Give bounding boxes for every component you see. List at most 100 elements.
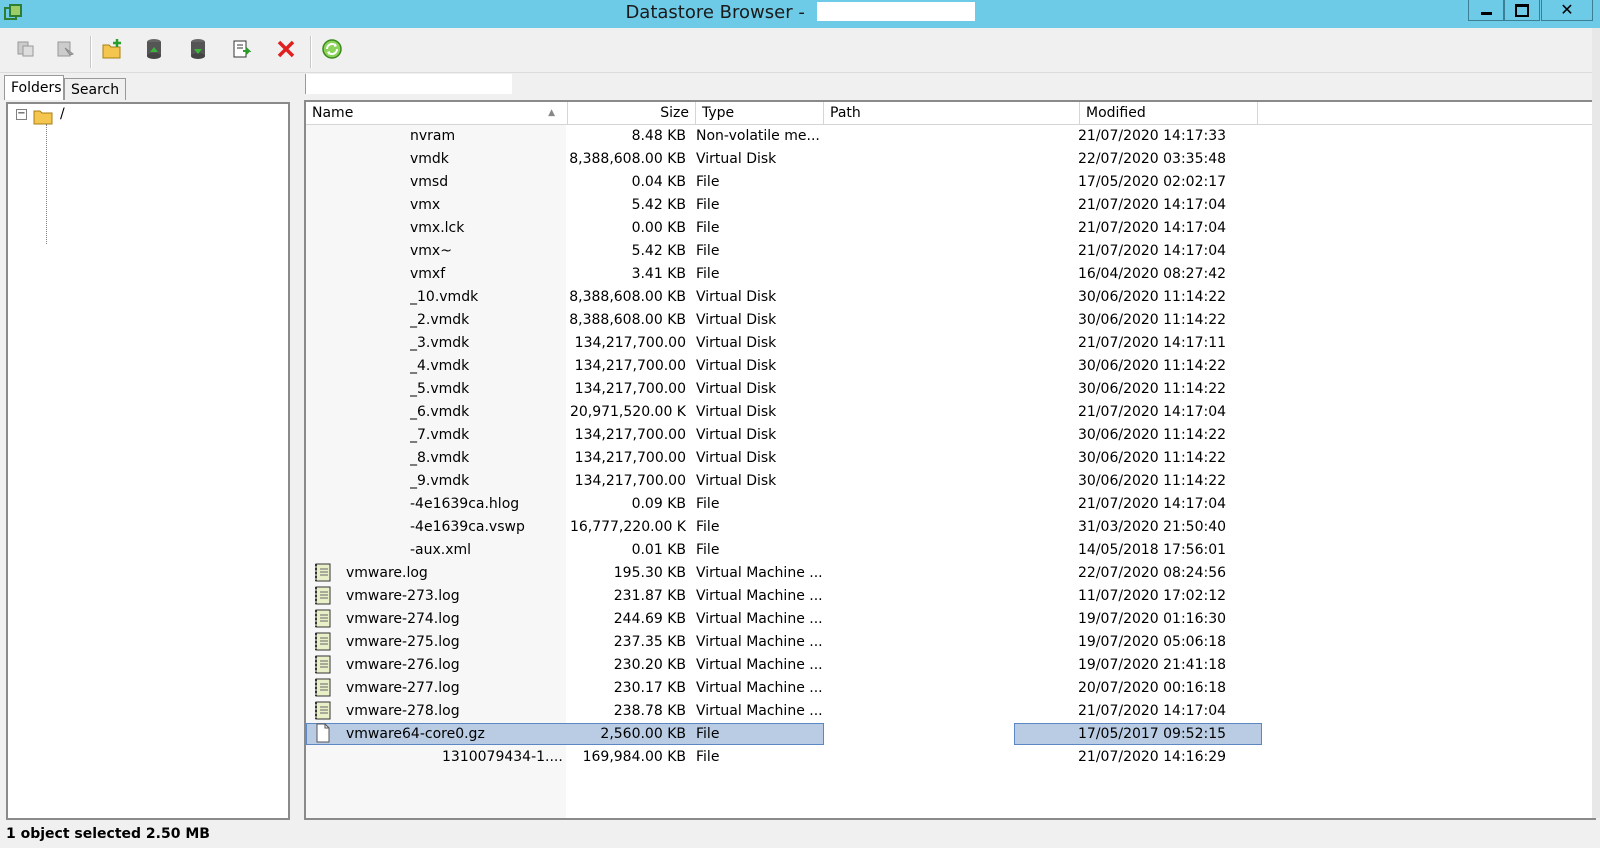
file-size: 238.78 KB — [613, 703, 686, 719]
file-name: vmware-276.log — [346, 657, 460, 673]
file-row[interactable]: vmx.lck 0.00 KB File 21/07/2020 14:17:04 — [306, 217, 1594, 240]
new-folder-button[interactable] — [98, 37, 126, 65]
file-row[interactable]: 1310079434-1.... 169,984.00 KB File 21/07/2… — [306, 746, 1594, 769]
file-type: File — [696, 243, 720, 259]
file-row[interactable]: _6.vmdk 20,971,520.00 K Virtual Disk 21/07/… — [306, 401, 1594, 424]
file-row[interactable]: vmsd 0.04 KB File 17/05/2020 02:02:17 — [306, 171, 1594, 194]
upload-button[interactable] — [140, 37, 168, 65]
collapse-icon[interactable]: − — [16, 109, 27, 120]
file-row[interactable]: -4e1639ca.vswp 16,777,220.00 K File 31/03/2… — [306, 516, 1594, 539]
upload-icon — [143, 37, 165, 65]
file-size: 8.48 KB — [631, 128, 686, 144]
paste-button[interactable] — [52, 37, 80, 65]
file-row[interactable]: _7.vmdk 134,217,700.00 Virtual Disk 30/06/2… — [306, 424, 1594, 447]
column-header-path[interactable]: Path — [824, 102, 1080, 124]
file-size: 169,984.00 KB — [582, 749, 686, 765]
file-row[interactable]: _4.vmdk 134,217,700.00 Virtual Disk 30/06/2… — [306, 355, 1594, 378]
refresh-icon — [320, 37, 344, 65]
file-row[interactable]: vmware64-core0.gz 2,560.00 KB File 17/05/20… — [306, 723, 1594, 746]
file-modified: 30/06/2020 11:14:22 — [1078, 450, 1227, 466]
file-modified: 21/07/2020 14:17:04 — [1078, 496, 1227, 512]
file-type: Virtual Disk — [696, 358, 777, 374]
column-header-name[interactable]: Name ▲ — [306, 102, 568, 124]
column-header-modified[interactable]: Modified — [1080, 102, 1258, 124]
file-name: _2.vmdk — [410, 312, 470, 328]
new-folder-icon — [100, 37, 124, 65]
file-type: Virtual Disk — [696, 335, 777, 351]
file-row[interactable]: vmdk 8,388,608.00 KB Virtual Disk 22/07/202… — [306, 148, 1594, 171]
file-size: 5.42 KB — [631, 243, 686, 259]
file-modified: 11/07/2020 17:02:12 — [1078, 588, 1227, 604]
file-type: Virtual Machine ... — [696, 588, 823, 604]
download-icon — [187, 37, 209, 65]
copy-button[interactable] — [12, 37, 40, 65]
tab-folders[interactable]: Folders — [4, 75, 64, 100]
file-type: Virtual Machine ... — [696, 657, 823, 673]
minimize-icon — [1480, 11, 1492, 15]
file-type: File — [696, 749, 720, 765]
file-name: vmware-273.log — [346, 588, 460, 604]
file-size: 8,388,608.00 KB — [569, 151, 686, 167]
file-name: _8.vmdk — [410, 450, 470, 466]
list-header: Name ▲ Size Type Path Modified — [306, 102, 1594, 125]
file-modified: 30/06/2020 11:14:22 — [1078, 427, 1227, 443]
file-size: 3.41 KB — [631, 266, 686, 282]
file-row[interactable]: vmware-276.log 230.20 KB Virtual Machine .… — [306, 654, 1594, 677]
file-row[interactable]: -aux.xml 0.01 KB File 14/05/2018 17:56:01 — [306, 539, 1594, 562]
file-row[interactable]: _8.vmdk 134,217,700.00 Virtual Disk 30/06/2… — [306, 447, 1594, 470]
file-row[interactable]: vmx~ 5.42 KB File 21/07/2020 14:17:04 — [306, 240, 1594, 263]
file-name: vmsd — [410, 174, 449, 190]
delete-icon — [275, 38, 297, 64]
file-name: vmx — [410, 197, 441, 213]
file-type: File — [696, 220, 720, 236]
file-row[interactable]: nvram 8.48 KB Non-volatile me... 21/07/2020… — [306, 125, 1594, 148]
file-size: 134,217,700.00 — [574, 450, 686, 466]
file-row[interactable]: vmware-277.log 230.17 KB Virtual Machine .… — [306, 677, 1594, 700]
file-row[interactable]: _9.vmdk 134,217,700.00 Virtual Disk 30/06/2… — [306, 470, 1594, 493]
file-type: Virtual Disk — [696, 381, 777, 397]
file-row[interactable]: vmxf 3.41 KB File 16/04/2020 08:27:42 — [306, 263, 1594, 286]
file-row[interactable]: _10.vmdk 8,388,608.00 KB Virtual Disk 30/06… — [306, 286, 1594, 309]
column-header-type[interactable]: Type — [696, 102, 824, 124]
file-modified: 21/07/2020 14:17:33 — [1078, 128, 1227, 144]
file-size: 134,217,700.00 — [574, 358, 686, 374]
minimize-button[interactable] — [1468, 0, 1504, 21]
register-vm-button[interactable] — [228, 37, 256, 65]
file-size: 0.01 KB — [631, 542, 686, 558]
file-type: File — [696, 266, 720, 282]
file-size: 16,777,220.00 K — [569, 519, 686, 535]
maximize-button[interactable] — [1504, 0, 1540, 21]
file-row[interactable]: _2.vmdk 8,388,608.00 KB Virtual Disk 30/06/… — [306, 309, 1594, 332]
file-name: vmware-274.log — [346, 611, 460, 627]
file-name: -4e1639ca.hlog — [410, 496, 520, 512]
file-type: Virtual Machine ... — [696, 634, 823, 650]
file-row[interactable]: vmware.log 195.30 KB Virtual Machine ... 22… — [306, 562, 1594, 585]
file-name: _9.vmdk — [410, 473, 470, 489]
file-size: 134,217,700.00 — [574, 381, 686, 397]
file-modified: 19/07/2020 05:06:18 — [1078, 634, 1227, 650]
folder-tree: − / — [6, 102, 290, 820]
file-row[interactable]: vmware-273.log 231.87 KB Virtual Machine .… — [306, 585, 1594, 608]
download-button[interactable] — [184, 37, 212, 65]
file-row[interactable]: _3.vmdk 134,217,700.00 Virtual Disk 21/07/2… — [306, 332, 1594, 355]
refresh-button[interactable] — [318, 37, 346, 65]
file-type: File — [696, 726, 720, 742]
file-row[interactable]: vmware-278.log 238.78 KB Virtual Machine .… — [306, 700, 1594, 723]
file-name: _4.vmdk — [410, 358, 470, 374]
file-name: vmware64-core0.gz — [346, 726, 485, 742]
file-row[interactable]: _5.vmdk 134,217,700.00 Virtual Disk 30/06/2… — [306, 378, 1594, 401]
tab-search[interactable]: Search — [64, 78, 126, 100]
file-row[interactable]: -4e1639ca.hlog 0.09 KB File 21/07/2020 14:1… — [306, 493, 1594, 516]
delete-button[interactable] — [272, 37, 300, 65]
file-row[interactable]: vmware-274.log 244.69 KB Virtual Machine .… — [306, 608, 1594, 631]
right-edge-scrollbar[interactable] — [1592, 28, 1600, 818]
tree-root-label[interactable]: / — [60, 106, 65, 122]
column-header-size[interactable]: Size — [568, 102, 696, 124]
close-button[interactable]: ✕ — [1541, 0, 1593, 21]
file-modified: 21/07/2020 14:17:11 — [1078, 335, 1227, 351]
path-input[interactable] — [305, 74, 512, 94]
file-row[interactable]: vmx 5.42 KB File 21/07/2020 14:17:04 — [306, 194, 1594, 217]
file-row[interactable]: vmware-275.log 237.35 KB Virtual Machine .… — [306, 631, 1594, 654]
file-type: Virtual Disk — [696, 312, 777, 328]
pane-splitter[interactable] — [292, 102, 300, 820]
